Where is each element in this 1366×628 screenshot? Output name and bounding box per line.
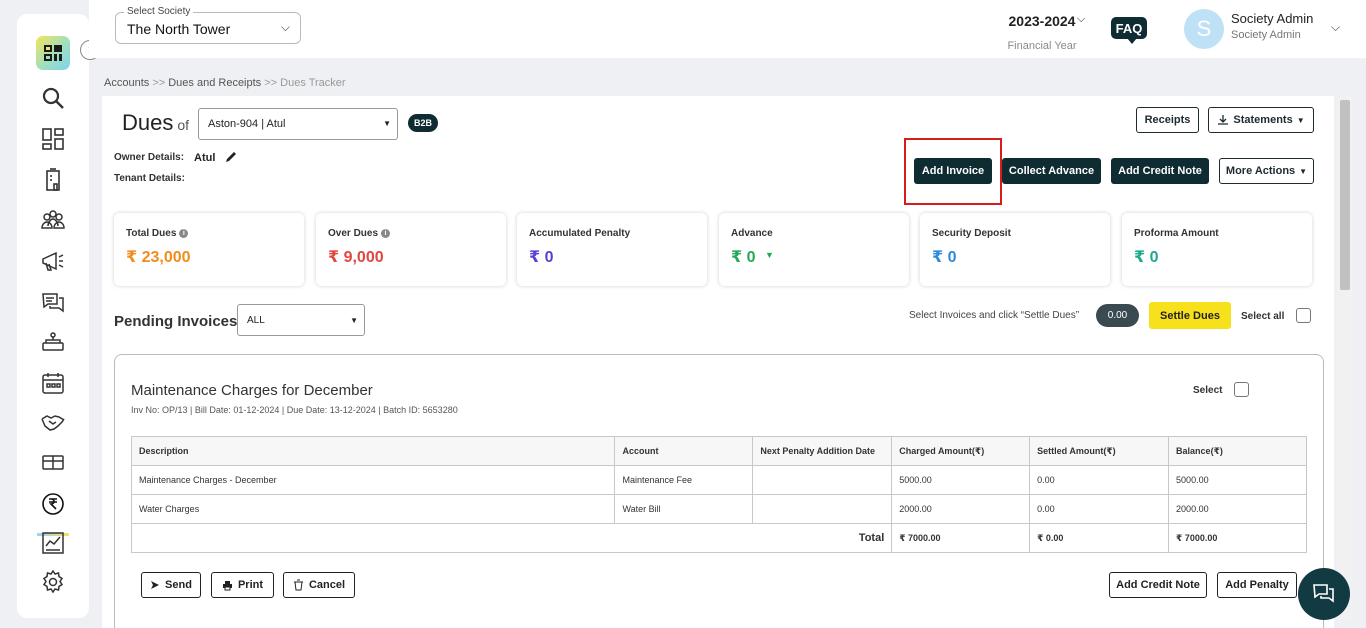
b2b-badge: B2B xyxy=(408,114,438,132)
reports-icon[interactable] xyxy=(39,529,67,557)
amenities-icon[interactable] xyxy=(39,328,67,356)
unit-select[interactable]: Aston-904 | Atul ▼ xyxy=(198,108,398,140)
caret-down-icon[interactable]: ▼ xyxy=(765,250,774,260)
stat-security-deposit: Security Deposit ₹ 0 xyxy=(920,213,1110,286)
financial-year-label: Financial Year xyxy=(1007,40,1077,52)
stat-over-dues: Over Dues i ₹ 9,000 xyxy=(316,213,506,286)
avatar[interactable]: S xyxy=(1184,9,1224,49)
top-header: Select Society The North Tower ⌵ 2023-20… xyxy=(89,0,1366,58)
members-icon[interactable] xyxy=(39,206,67,234)
info-icon[interactable]: i xyxy=(179,228,189,238)
invoice-table: Description Account Next Penalty Additio… xyxy=(130,436,1307,553)
trash-icon xyxy=(293,579,303,591)
table-row: Maintenance Charges - December Maintenanc… xyxy=(130,465,1307,495)
selected-amount-pill: 0.00 xyxy=(1096,304,1139,327)
owner-details-label: Owner Details: xyxy=(114,152,185,163)
statements-button[interactable]: Statements ▼ xyxy=(1208,107,1314,133)
settle-hint: Select Invoices and click “Settle Dues” xyxy=(909,310,1080,321)
invoice-card: Maintenance Charges for December Inv No:… xyxy=(114,354,1324,628)
dropdown-arrow-icon: ▼ xyxy=(383,119,391,128)
dashboard-icon[interactable] xyxy=(39,125,67,153)
page-title: Dues of xyxy=(122,110,190,135)
calendar-icon[interactable] xyxy=(39,369,67,397)
building-icon[interactable] xyxy=(39,166,67,194)
society-select-label: Select Society xyxy=(124,6,194,17)
dues-panel: Dues of Aston-904 | Atul ▼ B2B Owner Deta… xyxy=(102,96,1334,628)
breadcrumb-current: Dues Tracker xyxy=(280,77,346,89)
receipts-button[interactable]: Receipts xyxy=(1136,107,1199,133)
faq-button[interactable]: FAQ xyxy=(1111,17,1147,44)
settings-gear-icon[interactable] xyxy=(39,568,67,596)
scrollbar-thumb[interactable] xyxy=(1340,100,1350,290)
stat-total-dues: Total Dues i ₹ 23,000 xyxy=(114,213,304,286)
add-invoice-button[interactable]: Add Invoice xyxy=(914,158,992,184)
select-all-checkbox[interactable] xyxy=(1296,308,1311,323)
cancel-button[interactable]: Cancel xyxy=(283,572,355,598)
dropdown-arrow-icon: ▼ xyxy=(350,316,358,325)
handshake-icon[interactable] xyxy=(39,408,67,436)
table-row: Water Charges Water Bill 2000.00 0.00 2000.… xyxy=(130,494,1307,524)
announcement-icon[interactable] xyxy=(39,247,67,275)
breadcrumb: Accounts >> Dues and Receipts >> Dues Tr… xyxy=(104,77,346,89)
add-penalty-button[interactable]: Add Penalty xyxy=(1217,572,1297,598)
table-total-row: Total ₹ 7000.00 ₹ 0.00 ₹ 7000.00 xyxy=(130,523,1307,553)
more-actions-button[interactable]: More Actions ▼ xyxy=(1219,158,1314,184)
printer-icon xyxy=(222,580,232,590)
invoice-meta: Inv No: OP/13 | Bill Date: 01-12-2024 | … xyxy=(131,405,458,415)
sidebar xyxy=(17,14,89,618)
invoice-select-checkbox[interactable] xyxy=(1234,382,1249,397)
collect-advance-button[interactable]: Collect Advance xyxy=(1002,158,1101,184)
app-logo[interactable] xyxy=(36,36,70,70)
send-button[interactable]: Send xyxy=(141,572,201,598)
stat-proforma-amount: Proforma Amount ₹ 0 xyxy=(1122,213,1312,286)
select-all-label: Select all xyxy=(1241,311,1285,322)
search-icon[interactable] xyxy=(39,84,67,112)
chevron-down-icon: ⌵ xyxy=(280,20,290,34)
chat-icon[interactable] xyxy=(39,288,67,316)
logo-icon xyxy=(44,45,62,61)
invoice-filter-select[interactable]: ALL ▼ xyxy=(237,304,365,336)
print-button[interactable]: Print xyxy=(211,572,274,598)
chevron-down-icon: ⌵ xyxy=(1077,13,1086,25)
edit-pencil-icon[interactable] xyxy=(224,150,238,164)
support-chat-button[interactable] xyxy=(1298,568,1350,620)
send-icon xyxy=(151,581,160,589)
settle-dues-button[interactable]: Settle Dues xyxy=(1149,302,1231,329)
financial-year-value: 2023-2024 xyxy=(1008,13,1076,29)
user-name: Society Admin xyxy=(1231,11,1314,26)
society-select-value: The North Tower xyxy=(127,21,231,37)
invoice-title: Maintenance Charges for December xyxy=(131,382,373,399)
table-header-row: Description Account Next Penalty Additio… xyxy=(130,436,1307,466)
stat-accumulated-penalty: Accumulated Penalty ₹ 0 xyxy=(517,213,707,286)
page-scrollbar[interactable] xyxy=(1338,96,1352,620)
society-select[interactable]: Select Society The North Tower ⌵ xyxy=(115,6,301,44)
chat-bubbles-icon xyxy=(1313,584,1334,603)
tenant-details-label: Tenant Details: xyxy=(114,173,185,184)
stat-advance: Advance ₹ 0 ▼ xyxy=(719,213,909,286)
parcel-icon[interactable] xyxy=(39,448,67,476)
invoice-add-credit-note-button[interactable]: Add Credit Note xyxy=(1109,572,1207,598)
add-credit-note-button[interactable]: Add Credit Note xyxy=(1111,158,1209,184)
pending-invoices-title: Pending Invoices xyxy=(114,313,238,330)
invoice-select-label: Select xyxy=(1193,385,1223,396)
rupee-icon[interactable] xyxy=(39,490,67,518)
user-menu-chevron-icon[interactable]: ⌵ xyxy=(1331,20,1340,35)
download-icon xyxy=(1218,115,1229,125)
info-icon[interactable]: i xyxy=(381,228,391,238)
user-role: Society Admin xyxy=(1231,29,1301,41)
owner-details-value: Atul xyxy=(194,152,216,164)
breadcrumb-dues-receipts[interactable]: Dues and Receipts xyxy=(168,77,261,89)
breadcrumb-accounts[interactable]: Accounts xyxy=(104,77,149,89)
financial-year-select[interactable]: 2023-2024 ⌵ Financial Year xyxy=(997,13,1087,52)
